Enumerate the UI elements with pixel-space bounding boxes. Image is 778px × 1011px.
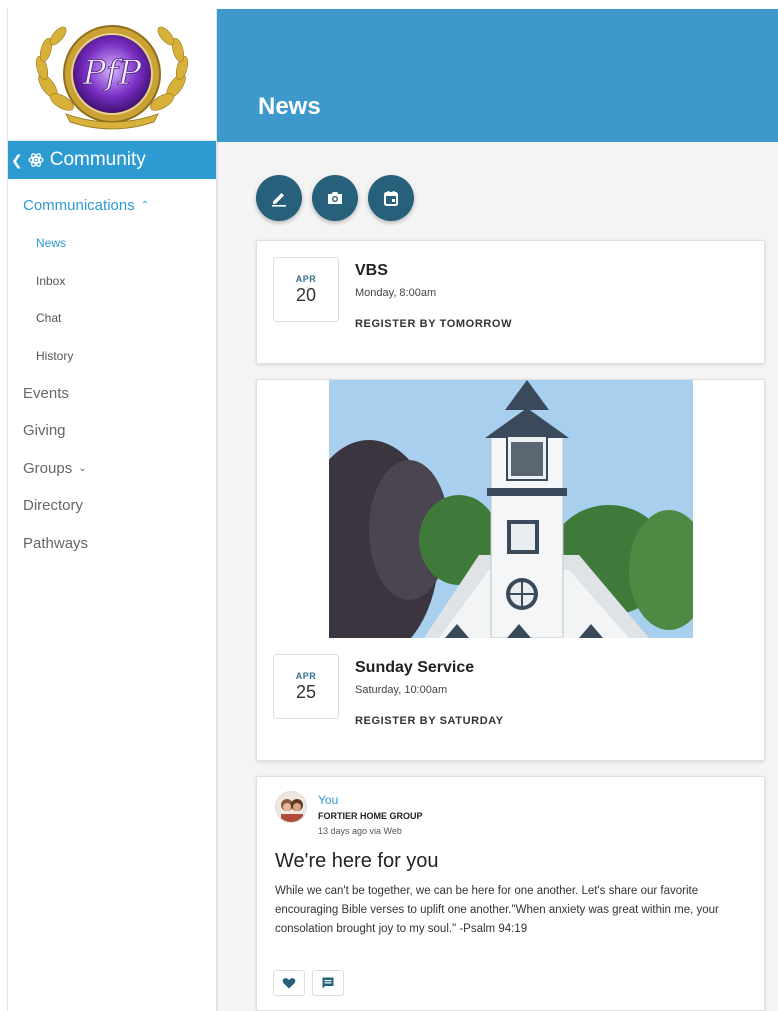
new-post-button[interactable] [256,175,302,221]
date-badge: APR 25 [273,654,339,719]
sidebar: PfP ❮ Community Communications ⌃ News In… [7,9,217,1011]
logo-monogram: PfP [82,53,142,93]
page-header: News [217,9,778,142]
post-author[interactable]: You [318,793,338,807]
sidebar-item-label: Communications [23,197,135,214]
chevron-left-icon[interactable]: ❮ [11,152,23,169]
post-group[interactable]: FORTIER HOME GROUP [318,811,423,821]
sidebar-item-chat[interactable]: Chat [8,300,216,338]
sidebar-item-history[interactable]: History [8,337,216,375]
logo[interactable]: PfP [8,9,216,141]
sidebar-item-label: Giving [23,422,66,439]
sidebar-item-events[interactable]: Events [8,375,216,413]
action-buttons [256,175,414,221]
sidebar-item-label: Inbox [36,273,66,288]
new-event-button[interactable] [368,175,414,221]
sidebar-item-label: Pathways [23,534,89,552]
atom-icon [28,152,44,168]
page-title: News [258,93,321,120]
calendar-icon [384,191,398,206]
pencil-icon [272,193,286,207]
community-section-header[interactable]: ❮ Community [8,141,216,179]
post-body: While we can't be together, we can be he… [275,885,719,935]
post-timestamp: 13 days ago via Web [318,826,402,836]
new-photo-button[interactable] [312,175,358,221]
date-badge: APR 20 [273,257,339,322]
event-time: Monday, 8:00am [355,287,437,299]
chevron-down-icon: ⌄ [78,462,87,474]
chevron-up-icon: ⌃ [140,200,150,211]
sidebar-item-pathways[interactable]: Pathways [8,525,216,563]
sidebar-item-groups[interactable]: Groups ⌄ [8,450,216,488]
event-card[interactable]: APR 20 VBS Monday, 8:00am REGISTER BY TO… [256,240,765,364]
camera-icon [328,192,342,204]
news-feed: APR 20 VBS Monday, 8:00am REGISTER BY TO… [217,142,778,1011]
date-day: 20 [295,285,317,305]
sidebar-item-inbox[interactable]: Inbox [8,262,216,300]
sidebar-item-label: Groups [23,459,73,477]
date-month: APR [295,671,317,681]
post-card: You FORTIER HOME GROUP 13 days ago via W… [256,776,765,1011]
avatar[interactable] [275,791,307,823]
sidebar-item-label: Events [23,384,69,402]
comment-button[interactable] [312,970,344,996]
date-month: APR [295,274,317,284]
event-card[interactable]: APR 25 Sunday Service Saturday, 10:00am … [256,379,765,761]
date-day: 25 [295,682,317,702]
event-time: Saturday, 10:00am [355,684,448,696]
sidebar-item-giving[interactable]: Giving [8,412,216,450]
sidebar-item-label: Chat [36,311,62,326]
comment-icon [322,977,334,989]
heart-icon [282,978,296,989]
register-link[interactable]: REGISTER BY SATURDAY [355,715,504,727]
sidebar-item-label: News [36,236,67,251]
sidebar-nav: Communications ⌃ News Inbox Chat History… [8,179,216,562]
event-title[interactable]: Sunday Service [355,659,474,677]
ministry-logo: PfP [35,24,189,129]
register-link[interactable]: REGISTER BY TOMORROW [355,318,512,330]
sidebar-item-news[interactable]: News [8,225,216,263]
community-label: Community [49,149,146,170]
event-photo [329,380,693,638]
sidebar-item-directory[interactable]: Directory [8,487,216,525]
sidebar-item-communications[interactable]: Communications ⌃ [8,187,216,225]
sidebar-item-label: History [36,348,74,363]
post-title: We're here for you [275,850,439,872]
like-button[interactable] [273,970,305,996]
sidebar-item-label: Directory [23,497,84,514]
event-title[interactable]: VBS [355,262,388,280]
